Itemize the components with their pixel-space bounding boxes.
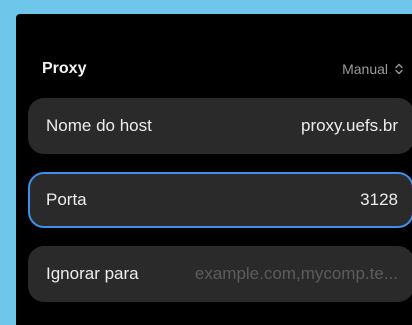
proxy-title: Proxy [42, 60, 87, 77]
port-field[interactable]: Porta 3128 [28, 172, 412, 228]
port-value[interactable]: 3128 [360, 190, 398, 210]
bypass-input[interactable] [154, 264, 398, 284]
proxy-mode-selector[interactable]: Manual [342, 61, 404, 77]
hostname-field[interactable]: Nome do host proxy.uefs.br [28, 98, 412, 154]
port-label: Porta [46, 190, 87, 209]
hostname-value[interactable]: proxy.uefs.br [301, 116, 398, 136]
updown-chevron-icon [395, 63, 403, 75]
bypass-field[interactable]: Ignorar para [28, 246, 412, 302]
hostname-label: Nome do host [46, 116, 152, 135]
proxy-header: Proxy Manual [42, 58, 404, 80]
proxy-mode-label: Manual [342, 61, 388, 77]
bypass-label: Ignorar para [46, 264, 139, 283]
proxy-settings-panel: Proxy Manual Nome do host proxy.uefs.br … [16, 14, 412, 325]
